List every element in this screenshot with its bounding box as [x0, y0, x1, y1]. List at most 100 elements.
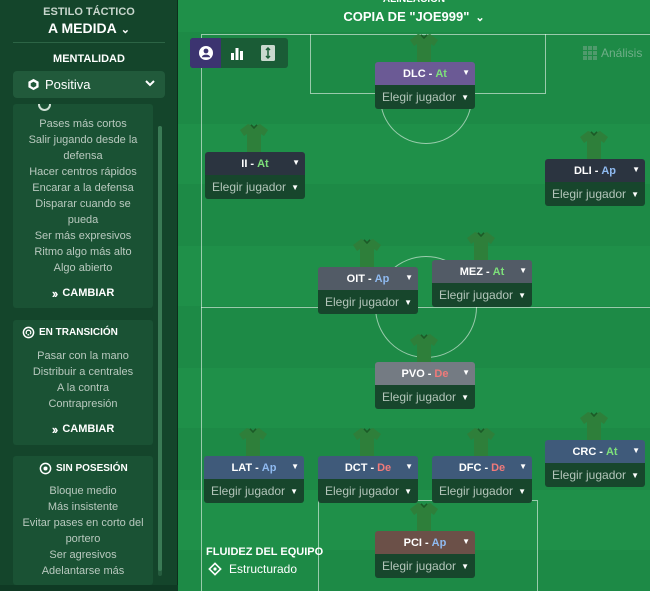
instruction-item: Contrapresión — [48, 398, 118, 410]
shirt-icon — [240, 124, 268, 152]
select-player-dropdown[interactable]: Elegir jugador ▼ — [545, 182, 645, 206]
caret-down-icon: ▼ — [518, 487, 526, 496]
role-selector[interactable]: PVO - De ▼ — [375, 362, 475, 385]
select-player-label: Elegir jugador — [439, 288, 514, 302]
cycle-icon — [22, 326, 35, 338]
select-player-label: Elegir jugador — [382, 90, 457, 104]
in-possession-card: Pases más cortos Salir jugando desde la … — [13, 104, 153, 308]
role-selector[interactable]: DCT - De ▼ — [318, 456, 418, 479]
change-label: CAMBIAR — [62, 287, 115, 299]
chevron-down-icon: ⌄ — [120, 24, 130, 36]
instruction-item: Algo abierto — [53, 262, 113, 274]
duty-code: De — [377, 461, 392, 474]
mentality-label: MENTALIDAD — [53, 53, 125, 65]
role-code: DCT — [344, 461, 368, 474]
role-selector[interactable]: LAT - Ap ▼ — [204, 456, 304, 479]
select-player-dropdown[interactable]: Elegir jugador ▼ — [432, 479, 532, 503]
duty-code: At — [492, 265, 505, 278]
role-code: DLI — [573, 164, 592, 177]
shirt-icon — [353, 428, 381, 456]
caret-down-icon: ▼ — [518, 291, 526, 300]
scrollbar-thumb[interactable] — [158, 126, 162, 571]
change-in-possession-button[interactable]: ›› CAMBIAR — [13, 280, 153, 306]
select-player-dropdown[interactable]: Elegir jugador ▼ — [432, 283, 532, 307]
chevron-down-icon: ⌄ — [475, 12, 485, 24]
caret-down-icon: ▼ — [461, 562, 469, 571]
role-selector[interactable]: DFC - De ▼ — [432, 456, 532, 479]
tactic-style-label: ESTILO TÁCTICO — [43, 6, 135, 18]
change-in-transition-button[interactable]: ›› CAMBIAR — [13, 416, 153, 442]
role-selector[interactable]: DLI - Ap ▼ — [545, 159, 645, 182]
caret-down-icon: ▼ — [632, 446, 640, 455]
tactic-side-panel: ESTILO TÁCTICO A MEDIDA ⌄ MENTALIDAD Posi… — [0, 0, 178, 585]
caret-down-icon: ▼ — [290, 487, 298, 496]
caret-down-icon: ▼ — [519, 462, 527, 471]
caret-down-icon: ▼ — [291, 183, 299, 192]
select-player-dropdown[interactable]: Elegir jugador ▼ — [375, 85, 475, 109]
tactic-style-selector[interactable]: A MEDIDA ⌄ — [0, 20, 178, 36]
pitch-view-button[interactable] — [252, 38, 283, 68]
role-selector[interactable]: II - At ▼ — [205, 152, 305, 175]
side-panel-scrollbar[interactable] — [158, 126, 162, 576]
grid-icon — [583, 46, 597, 60]
instruction-item: defensa — [63, 150, 103, 162]
role-code: CRC — [572, 445, 597, 458]
stats-view-button[interactable] — [221, 38, 252, 68]
select-player-label: Elegir jugador — [212, 180, 287, 194]
instruction-item: Encarar a la defensa — [32, 182, 134, 194]
view-toggle-group — [190, 38, 288, 68]
role-selector[interactable]: OIT - Ap ▼ — [318, 267, 418, 290]
select-player-label: Elegir jugador — [552, 468, 627, 482]
chevron-down-icon — [145, 80, 155, 87]
caret-down-icon: ▼ — [404, 298, 412, 307]
caret-down-icon: ▼ — [291, 462, 299, 471]
select-player-dropdown[interactable]: Elegir jugador ▼ — [318, 290, 418, 314]
role-code: PCI — [403, 536, 422, 549]
select-player-label: Elegir jugador — [382, 390, 457, 404]
mentality-value: Positiva — [45, 77, 91, 92]
duty-code: Ap — [431, 536, 447, 549]
players-view-button[interactable] — [190, 38, 221, 68]
instruction-item: Bloque medio — [49, 485, 117, 497]
caret-down-icon: ▼ — [461, 93, 469, 102]
duty-code: De — [434, 367, 449, 380]
select-player-dropdown[interactable]: Elegir jugador ▼ — [545, 463, 645, 487]
caret-down-icon: ▼ — [461, 393, 469, 402]
mentality-dropdown[interactable]: Positiva — [13, 71, 165, 98]
fluidity-text: Estructurado — [229, 562, 298, 576]
analysis-button[interactable]: Análisis — [583, 40, 642, 66]
double-chevron-right-icon: ›› — [51, 285, 59, 301]
role-selector[interactable]: CRC - At ▼ — [545, 440, 645, 463]
role-code: MEZ — [459, 265, 483, 278]
double-chevron-right-icon: ›› — [51, 421, 59, 437]
shirt-icon — [410, 34, 438, 62]
select-player-dropdown[interactable]: Elegir jugador ▼ — [375, 554, 475, 578]
instruction-item: Disparar cuando se — [35, 198, 131, 210]
role-code: DFC — [458, 461, 482, 474]
caret-down-icon: ▼ — [405, 273, 413, 282]
instruction-item: Pases más cortos — [39, 118, 127, 130]
top-subtitle: ALINEACIÓN — [178, 0, 650, 5]
instruction-item: pueda — [67, 214, 99, 226]
select-player-dropdown[interactable]: Elegir jugador ▼ — [204, 479, 304, 503]
card-title: SIN POSESIÓN — [56, 462, 128, 474]
role-selector[interactable]: MEZ - At ▼ — [432, 260, 532, 283]
select-player-label: Elegir jugador — [325, 484, 400, 498]
role-code: DLC — [403, 67, 426, 80]
caret-down-icon: ▼ — [292, 158, 300, 167]
instruction-item: Hacer centros rápidos — [29, 166, 137, 178]
instruction-item: Evitar pases en corto del — [22, 517, 144, 529]
card-header: SIN POSESIÓN — [13, 456, 153, 480]
select-player-dropdown[interactable]: Elegir jugador ▼ — [205, 175, 305, 199]
caret-down-icon: ▼ — [462, 537, 470, 546]
role-code: OIT — [346, 272, 365, 285]
role-selector[interactable]: DLC - At ▼ — [375, 62, 475, 85]
card-title: EN TRANSICIÓN — [39, 326, 118, 338]
shirt-icon — [467, 428, 495, 456]
team-fluidity-value: Estructurado — [208, 562, 297, 576]
select-player-dropdown[interactable]: Elegir jugador ▼ — [318, 479, 418, 503]
select-player-dropdown[interactable]: Elegir jugador ▼ — [375, 385, 475, 409]
shirt-icon — [353, 239, 381, 267]
tactic-name-selector[interactable]: COPIA DE "JOE999" ⌄ — [178, 9, 650, 24]
role-selector[interactable]: PCI - Ap ▼ — [375, 531, 475, 554]
